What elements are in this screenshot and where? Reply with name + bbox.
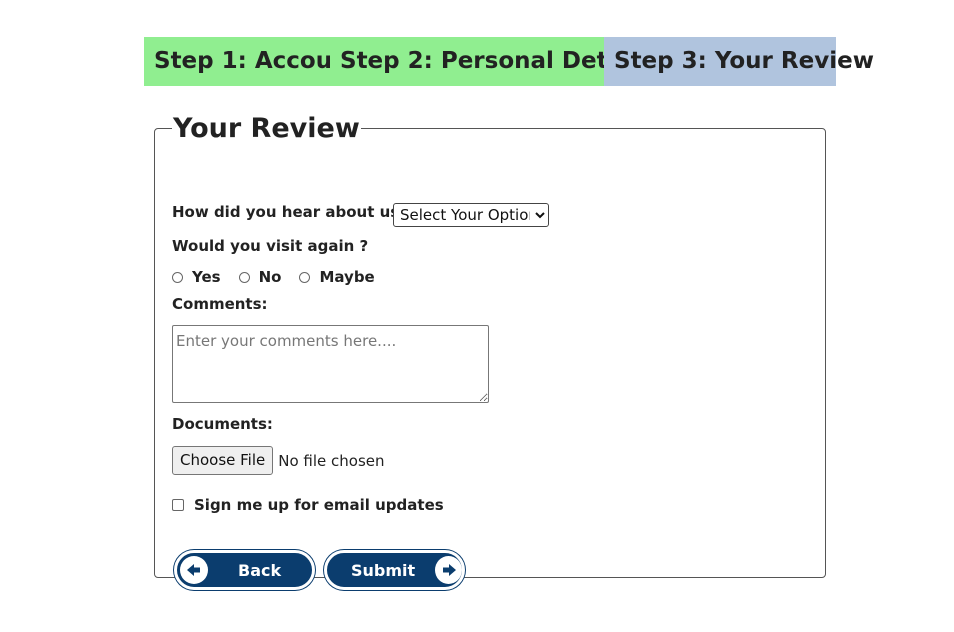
file-status-text: No file chosen bbox=[278, 451, 385, 470]
arrow-left-icon bbox=[180, 556, 208, 584]
visit-again-label: Would you visit again ? bbox=[172, 237, 369, 255]
file-input[interactable]: Choose File No file chosen bbox=[172, 446, 385, 475]
radio-no[interactable]: No bbox=[238, 268, 282, 286]
hear-about-select[interactable]: Select Your Option bbox=[393, 203, 549, 227]
radio-yes[interactable]: Yes bbox=[172, 268, 221, 286]
radio-yes-label[interactable]: Yes bbox=[192, 268, 221, 286]
radio-yes-circle[interactable] bbox=[172, 271, 183, 283]
step-account: Step 1: Account bbox=[144, 37, 359, 86]
submit-button-label[interactable]: Submit bbox=[351, 561, 415, 580]
email-updates-checkbox[interactable] bbox=[172, 499, 184, 511]
choose-file-button[interactable]: Choose File bbox=[172, 446, 274, 475]
hear-about-label: How did you hear about us? bbox=[172, 203, 408, 221]
visit-again-radio-group: Yes No Maybe bbox=[172, 268, 393, 286]
comments-label: Comments: bbox=[172, 295, 268, 313]
arrow-right-icon bbox=[435, 556, 462, 584]
step-your-review: Step 3: Your Review bbox=[604, 37, 874, 86]
email-updates-label[interactable]: Sign me up for email updates bbox=[194, 496, 444, 514]
form-legend: Your Review bbox=[173, 113, 360, 144]
documents-label: Documents: bbox=[172, 415, 273, 433]
submit-button[interactable]: Submit bbox=[324, 550, 465, 590]
radio-maybe[interactable]: Maybe bbox=[299, 268, 375, 286]
review-fieldset: Your Review How did you hear about us? S… bbox=[154, 113, 826, 590]
comments-textarea[interactable] bbox=[172, 325, 489, 403]
radio-no-circle[interactable] bbox=[238, 271, 250, 283]
back-button[interactable]: Back bbox=[174, 550, 315, 590]
back-button-label[interactable]: Back bbox=[238, 561, 281, 580]
progress-steps: Step 1: Account Step 2: Personal Details… bbox=[144, 37, 874, 86]
radio-maybe-circle[interactable] bbox=[299, 271, 311, 283]
radio-no-label[interactable]: No bbox=[259, 268, 282, 286]
step-personal-details: Step 2: Personal Details bbox=[330, 37, 653, 86]
email-updates-option[interactable]: Sign me up for email updates bbox=[172, 496, 444, 514]
radio-maybe-label[interactable]: Maybe bbox=[319, 268, 374, 286]
